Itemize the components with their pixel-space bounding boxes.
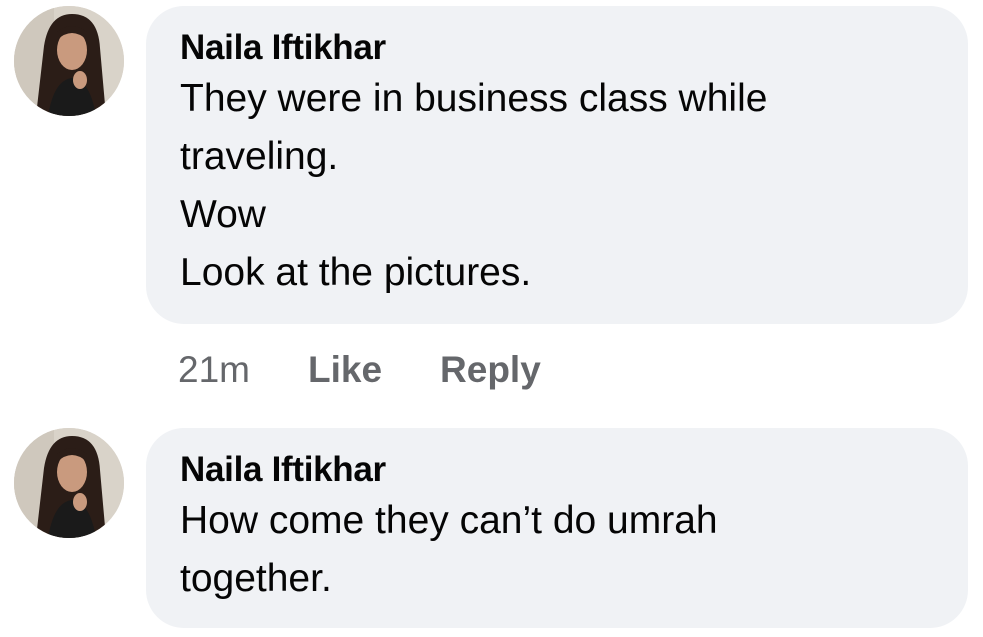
comment-text: How come they can’t do umrah together.: [180, 492, 934, 608]
comment-line: together.: [180, 557, 332, 600]
profile-photo-icon: [14, 6, 124, 116]
reply-button[interactable]: Reply: [440, 349, 541, 391]
comments-thread: Naila Iftikhar They were in business cla…: [0, 0, 983, 637]
like-button[interactable]: Like: [308, 349, 382, 391]
comment-line: Look at the pictures.: [180, 251, 532, 294]
comment-line: They were in business class while: [180, 77, 768, 120]
comment-timestamp[interactable]: 21m: [178, 349, 250, 391]
comment-text: They were in business class while travel…: [180, 70, 934, 302]
comment-line: Wow: [180, 193, 266, 236]
avatar[interactable]: [14, 6, 124, 116]
profile-photo-icon: [14, 428, 124, 538]
comment-line: traveling.: [180, 135, 339, 178]
avatar[interactable]: [14, 428, 124, 538]
comment-author[interactable]: Naila Iftikhar: [180, 448, 934, 492]
comment-bubble: Naila Iftikhar How come they can’t do um…: [146, 428, 968, 628]
comment-line: How come they can’t do umrah: [180, 499, 718, 542]
comment-author[interactable]: Naila Iftikhar: [180, 26, 934, 70]
comment-actions: 21m Like Reply: [178, 346, 599, 394]
comment-bubble: Naila Iftikhar They were in business cla…: [146, 6, 968, 324]
